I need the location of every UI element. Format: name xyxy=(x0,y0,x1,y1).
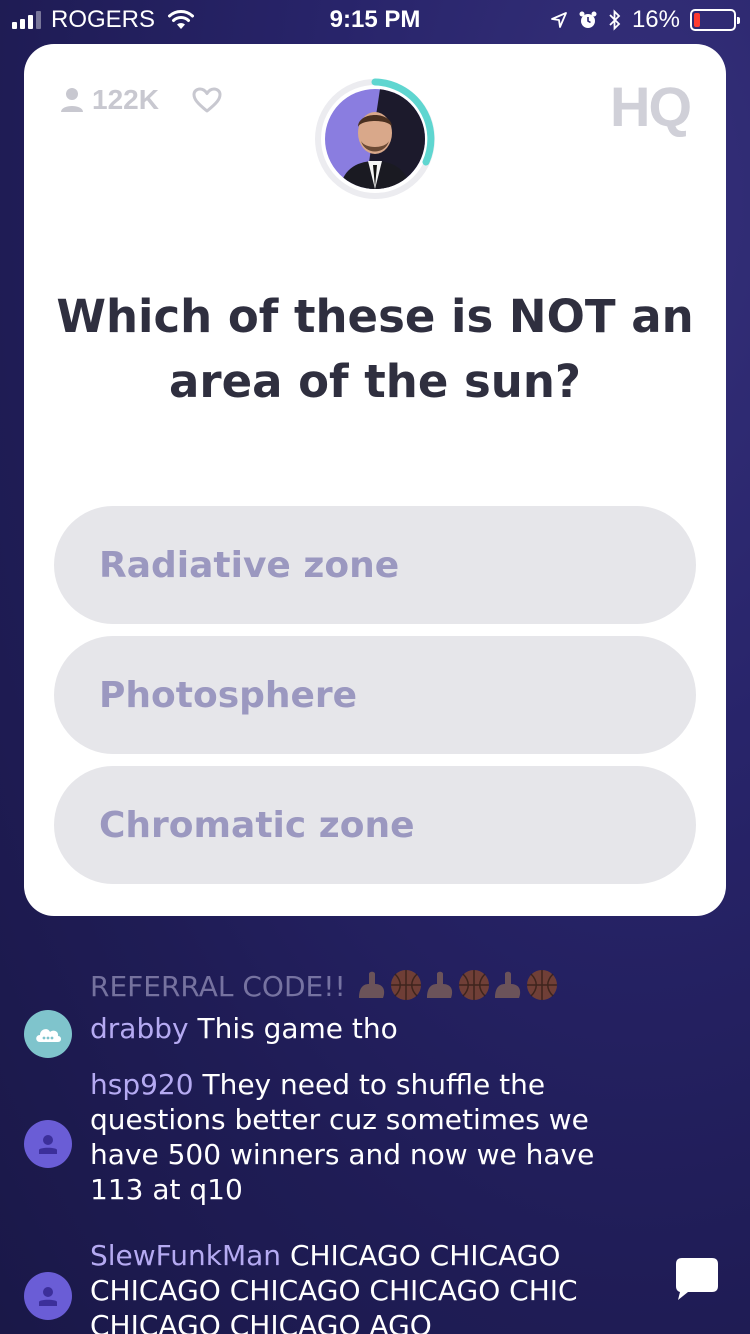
answer-list: Radiative zone Photosphere Chromatic zon… xyxy=(54,506,696,896)
person-icon xyxy=(61,88,83,112)
alarm-icon xyxy=(579,11,597,28)
chat-message-text: This game tho xyxy=(197,1012,398,1045)
person-icon xyxy=(39,1287,57,1306)
status-right: 16% xyxy=(550,6,740,34)
basketball-icon xyxy=(526,970,557,1000)
question-text: Which of these is NOT an area of the sun… xyxy=(56,290,694,408)
avatar[interactable] xyxy=(24,1120,72,1168)
chat-message-text: REFERRAL CODE!! xyxy=(90,970,346,1003)
answer-option-3[interactable]: Chromatic zone xyxy=(54,766,696,884)
chat-message: hsp920 They need to shuffle the question… xyxy=(90,1067,650,1207)
chat-bubble-icon[interactable] xyxy=(674,1256,720,1302)
viewer-count: 122K xyxy=(60,84,223,116)
chat-message: drabby This game tho xyxy=(90,1011,650,1046)
person-icon xyxy=(39,1135,57,1154)
chat-message: REFERRAL CODE!! xyxy=(90,968,650,1004)
hq-logo: HQ xyxy=(610,75,692,138)
answer-option-2[interactable]: Photosphere xyxy=(54,636,696,754)
host-avatar xyxy=(314,78,436,200)
host-photo xyxy=(325,89,425,189)
status-bar: ROGERS 9:15 PM 16% xyxy=(0,0,750,42)
flexed-biceps-icon xyxy=(494,971,520,998)
battery-icon xyxy=(690,9,740,31)
heart-icon[interactable] xyxy=(191,86,223,114)
location-icon xyxy=(551,12,567,28)
basketball-icon xyxy=(390,970,421,1000)
chat-username: SlewFunkMan xyxy=(90,1239,282,1272)
chat-username: drabby xyxy=(90,1012,189,1045)
question-card: 122K HQ Which of these is NOT an area of… xyxy=(24,44,726,916)
avatar[interactable] xyxy=(24,1010,72,1058)
basketball-icon xyxy=(458,970,489,1000)
cloud-icon xyxy=(36,1029,61,1042)
answer-option-1[interactable]: Radiative zone xyxy=(54,506,696,624)
battery-level-fill xyxy=(694,13,701,27)
flexed-biceps-icon xyxy=(426,971,452,998)
chat-message: SlewFunkMan CHICAGO CHICAGO CHICAGO CHIC… xyxy=(90,1238,650,1334)
avatar[interactable] xyxy=(24,1272,72,1320)
flexed-biceps-icon xyxy=(358,971,384,998)
battery-percent: 16% xyxy=(631,6,680,33)
chat-username: hsp920 xyxy=(90,1068,194,1101)
bluetooth-icon xyxy=(609,9,621,31)
viewer-count-label: 122K xyxy=(92,84,159,115)
